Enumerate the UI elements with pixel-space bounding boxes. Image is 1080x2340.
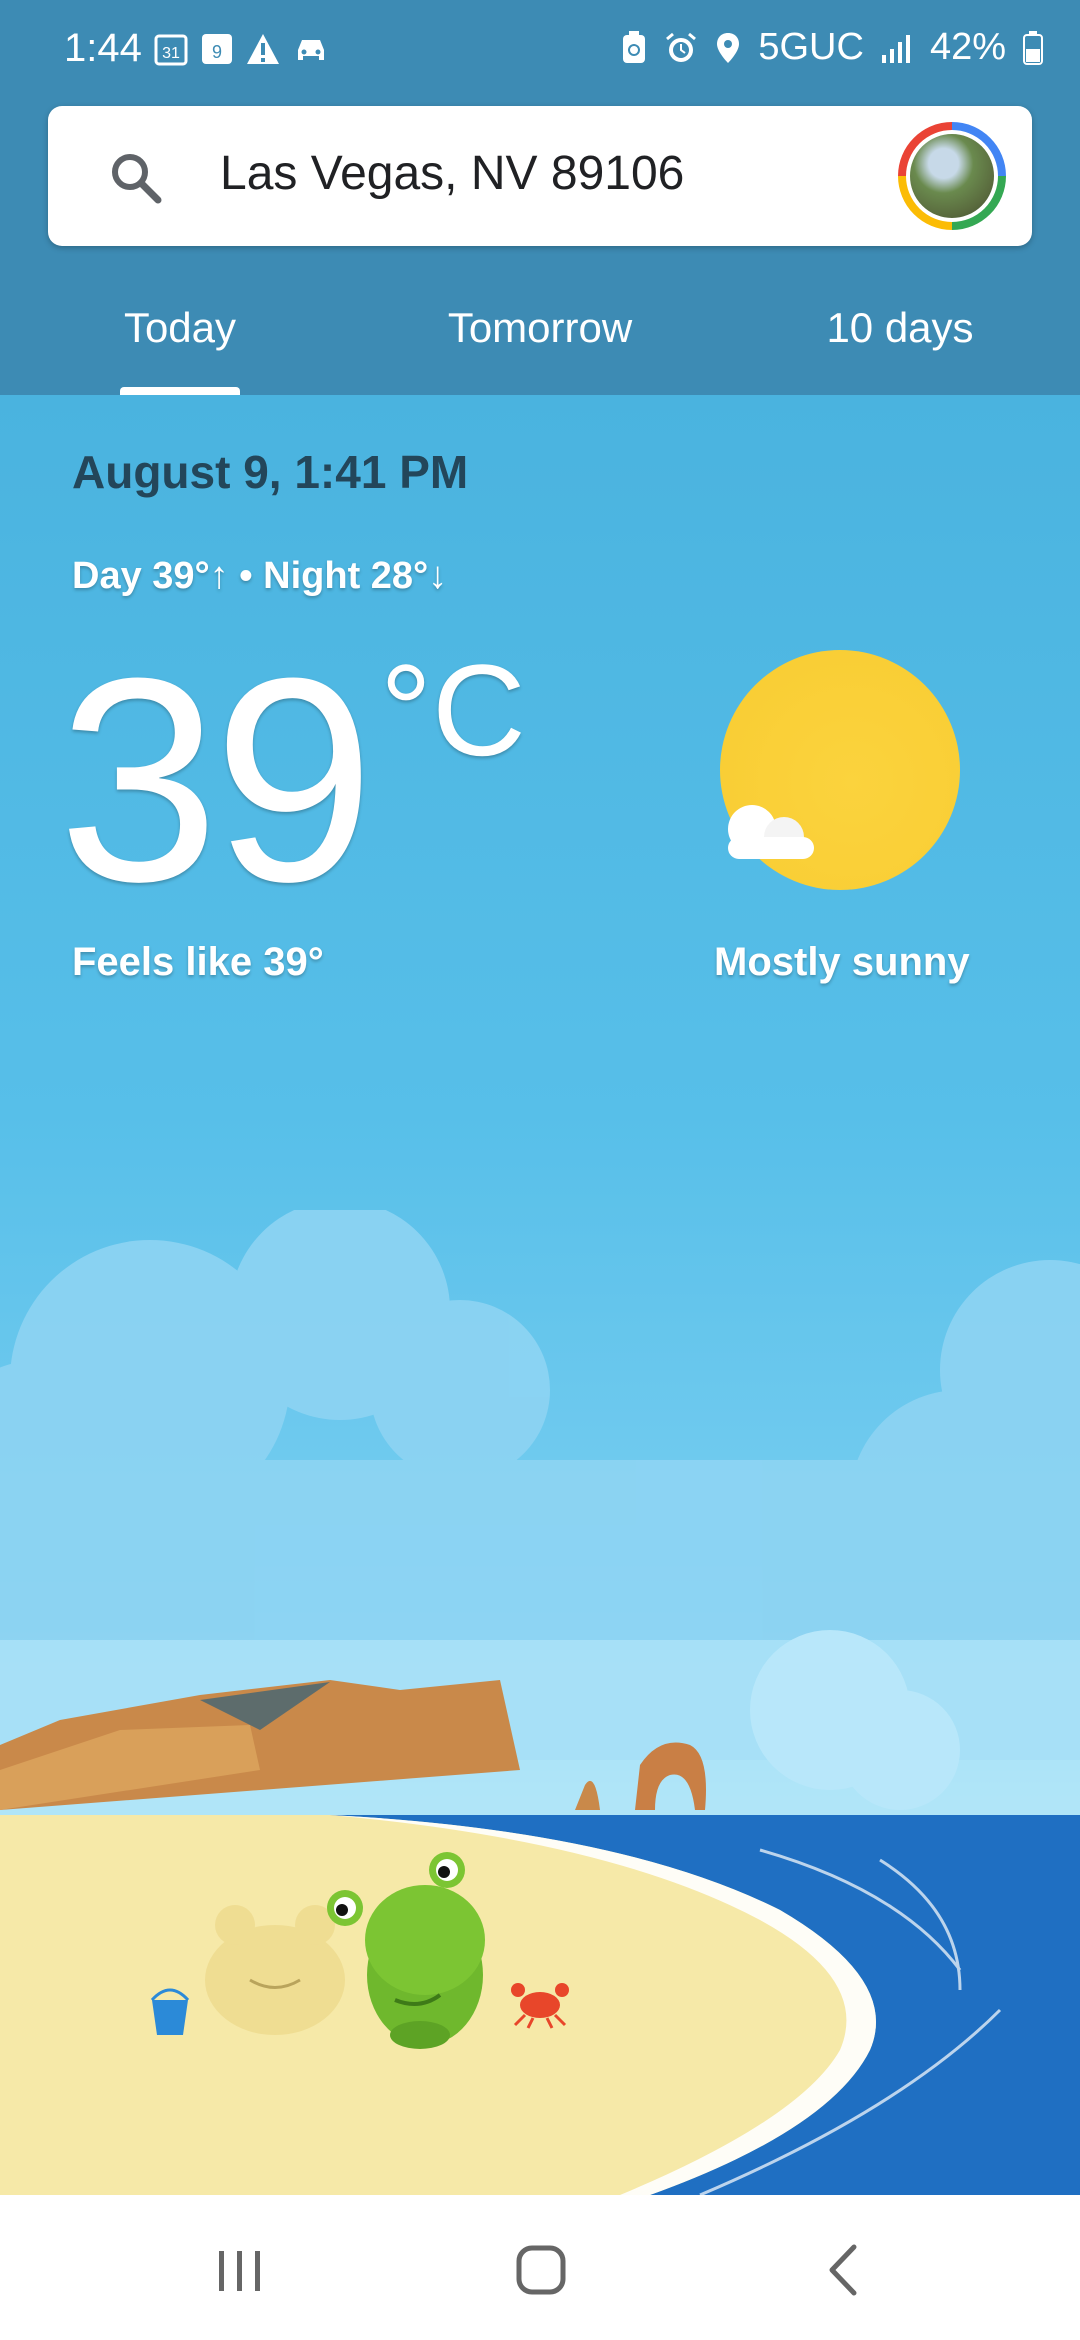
date-time: August 9, 1:41 PM [72,446,469,498]
avatar[interactable] [898,122,1006,230]
header: Las Vegas, NV 89106 Today Tomorrow 10 da… [0,100,1080,395]
location-search-bar[interactable]: Las Vegas, NV 89106 [48,106,1032,246]
home-icon[interactable] [506,2235,576,2305]
notification-badge: 9 [212,42,222,62]
notification-icon: 9 [202,34,232,64]
weather-condition: Mostly sunny [714,940,970,984]
location-icon [717,32,740,63]
temperature-unit: °C [380,637,526,783]
status-right: 5GUC 42% [620,26,1044,69]
navigation-bar [0,2195,1080,2340]
location-text[interactable]: Las Vegas, NV 89106 [220,146,684,201]
calendar-day: 31 [162,45,180,62]
weather-illustration [0,1210,1080,2195]
battery-icon [1023,30,1043,65]
recents-icon[interactable] [205,2235,275,2305]
tab-bar: Today Tomorrow 10 days [0,270,1080,395]
car-icon [298,40,324,60]
tab-tomorrow[interactable]: Tomorrow [360,270,720,395]
alarm-icon [666,32,697,62]
warning-icon [247,34,279,64]
network-type: 5GUC [758,26,864,68]
day-night-temps: Day 39°↑ • Night 28°↓ [72,555,448,597]
tab-10-days[interactable]: 10 days [720,270,1080,395]
avatar-photo [906,130,998,222]
status-time: 1:44 [64,26,142,70]
status-bar: 1:44 31 9 5GUC 42% [0,0,1080,100]
signal-icon [881,34,910,63]
search-icon[interactable] [106,148,166,208]
calendar-icon: 31 [154,34,188,66]
current-temperature: 39 [58,618,375,942]
feels-like: Feels like 39° [72,940,324,984]
battery-saver-icon [623,30,646,63]
battery-percent: 42% [929,26,1006,68]
back-icon[interactable] [810,2235,880,2305]
tab-today[interactable]: Today [0,270,360,395]
cloud-icon [728,805,814,859]
